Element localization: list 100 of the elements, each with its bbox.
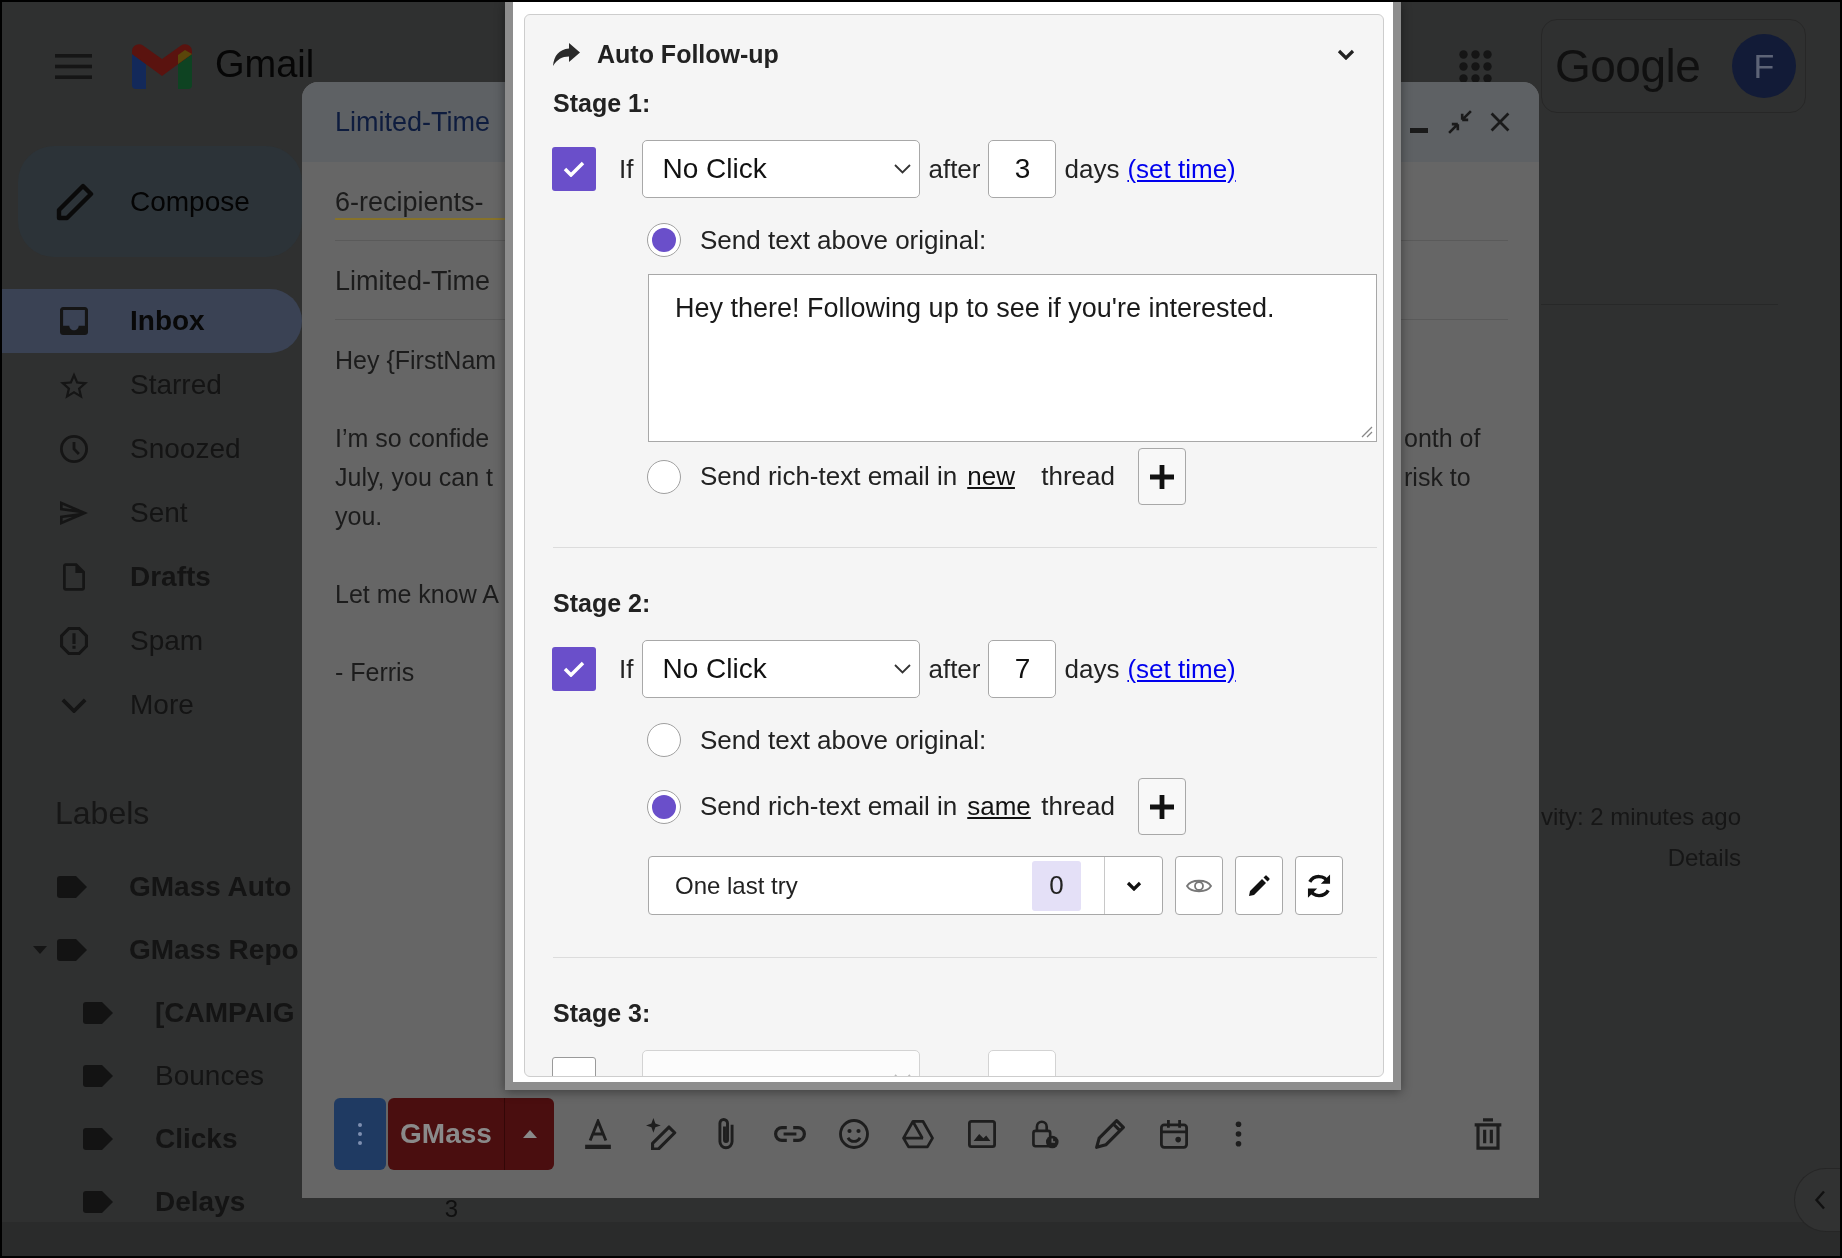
pen-icon[interactable] xyxy=(1095,1119,1125,1149)
stage-heading: Stage 2: xyxy=(553,588,652,618)
label-tag-icon xyxy=(83,1127,113,1150)
subject-field[interactable]: Limited-Time xyxy=(335,241,505,299)
thread-mode-link[interactable]: new xyxy=(967,461,1015,492)
shrink-arrows-icon[interactable] xyxy=(1448,110,1472,134)
side-panel-toggle[interactable] xyxy=(1794,1168,1840,1232)
send-icon xyxy=(60,501,88,525)
pencil-icon xyxy=(1248,874,1270,897)
chevron-down-icon xyxy=(61,697,87,713)
chevron-down-icon xyxy=(894,664,912,674)
body-text: Hey {FirstNam xyxy=(335,345,498,376)
option-label: Send text above original: xyxy=(700,224,987,256)
condition-select[interactable]: No Click xyxy=(642,140,921,198)
if-text: If xyxy=(619,653,634,685)
text-format-icon[interactable] xyxy=(584,1119,612,1149)
pencil-icon xyxy=(56,182,94,221)
thread-mode-link[interactable]: same xyxy=(967,791,1031,822)
days-input[interactable]: 7 xyxy=(988,640,1057,698)
vertical-dots-icon xyxy=(357,1122,363,1146)
label-tag-icon xyxy=(57,938,87,961)
body-text: I’m so confide xyxy=(335,423,491,454)
plus-icon xyxy=(1149,794,1174,819)
link-icon[interactable] xyxy=(774,1126,806,1142)
nav-item[interactable]: Inbox xyxy=(2,289,302,353)
chevron-down-icon[interactable] xyxy=(1337,48,1355,60)
checkmark-icon xyxy=(563,161,585,177)
option-label: Send rich-text email in xyxy=(700,461,958,492)
thread-text: thread xyxy=(1041,791,1115,822)
dropdown-arrow-button[interactable] xyxy=(504,1098,554,1170)
option-label: Send rich-text email in xyxy=(700,791,958,822)
refresh-icon xyxy=(1306,872,1332,899)
days-text: days xyxy=(1064,653,1120,685)
radio-button[interactable] xyxy=(647,789,681,824)
condition-select[interactable]: No Click xyxy=(642,640,921,698)
apps-grid-icon[interactable] xyxy=(1459,49,1492,83)
chevron-down-icon xyxy=(894,164,912,174)
label-tag-icon xyxy=(57,875,87,898)
avatar[interactable]: F xyxy=(1732,34,1796,98)
template-select[interactable]: One last try xyxy=(649,857,1032,914)
body-text: July, you can t xyxy=(335,462,494,493)
body-text: - Ferris xyxy=(335,657,416,688)
label-tag-icon xyxy=(83,1190,113,1213)
compose-title: Limited-Time xyxy=(334,106,492,138)
image-icon[interactable] xyxy=(968,1120,996,1148)
sparkle-pen-icon[interactable] xyxy=(646,1118,678,1150)
lock-clock-icon[interactable] xyxy=(1032,1119,1060,1149)
set-time-link[interactable]: (set time) xyxy=(1127,653,1236,685)
eye-icon xyxy=(1186,877,1212,894)
body-text: risk to xyxy=(1403,462,1472,493)
chevron-down-icon xyxy=(1125,880,1142,891)
edit-button[interactable] xyxy=(1235,856,1283,915)
smiley-icon[interactable] xyxy=(839,1119,869,1149)
alert-octagon-icon xyxy=(60,627,88,655)
minimize-icon[interactable] xyxy=(1410,127,1428,133)
logo-icon xyxy=(132,43,192,89)
chevron-left-icon xyxy=(1814,1190,1826,1210)
body-text: Let me know A xyxy=(335,579,500,610)
option-label: Send text above original: xyxy=(700,724,987,756)
days-text: days xyxy=(1064,153,1120,185)
caret-up-icon xyxy=(522,1130,537,1138)
refresh-button[interactable] xyxy=(1295,856,1343,915)
curved-arrow-icon xyxy=(553,42,580,66)
clock-icon xyxy=(60,435,88,463)
resize-grip-icon xyxy=(1361,426,1373,438)
radio-button[interactable] xyxy=(647,723,681,757)
if-text: If xyxy=(619,153,634,185)
after-text: after xyxy=(928,153,981,185)
preview-button[interactable] xyxy=(1175,856,1223,915)
calendar-icon[interactable] xyxy=(1160,1119,1188,1149)
add-button[interactable] xyxy=(1137,778,1186,835)
more-vertical-icon[interactable] xyxy=(1234,1120,1242,1148)
label-tag-icon xyxy=(83,1064,113,1087)
body-text: onth of xyxy=(1403,423,1482,454)
body-text: you. xyxy=(335,501,384,532)
trash-icon[interactable] xyxy=(1473,1118,1503,1150)
checkmark-icon xyxy=(563,661,585,677)
message-field[interactable]: Hey there! Following up to see if you're interested. xyxy=(648,274,1377,442)
close-icon[interactable] xyxy=(1490,112,1510,132)
days-input[interactable]: 3 xyxy=(988,140,1057,198)
radio-button[interactable] xyxy=(647,223,681,257)
checkbox[interactable] xyxy=(552,147,596,191)
plus-icon xyxy=(1149,464,1174,489)
drive-triangle-icon[interactable] xyxy=(902,1119,934,1149)
checkbox[interactable] xyxy=(552,647,596,691)
thread-text: thread xyxy=(1041,461,1115,492)
inbox-icon xyxy=(60,307,88,335)
paperclip-icon[interactable] xyxy=(718,1118,734,1150)
stage-heading: Stage 1: xyxy=(553,88,652,118)
count-badge: 0 xyxy=(1032,860,1081,911)
add-button[interactable] xyxy=(1137,448,1186,505)
radio-button[interactable] xyxy=(647,459,681,494)
stage-heading: Stage 3: xyxy=(553,998,652,1028)
label-tag-icon xyxy=(83,1001,113,1024)
star-icon xyxy=(60,371,88,399)
send-button[interactable]: GMass xyxy=(388,1098,504,1170)
set-time-link[interactable]: (set time) xyxy=(1127,153,1236,185)
file-icon xyxy=(63,563,85,591)
options-button[interactable] xyxy=(334,1098,386,1170)
panel-title: Auto Follow-up xyxy=(597,39,779,69)
